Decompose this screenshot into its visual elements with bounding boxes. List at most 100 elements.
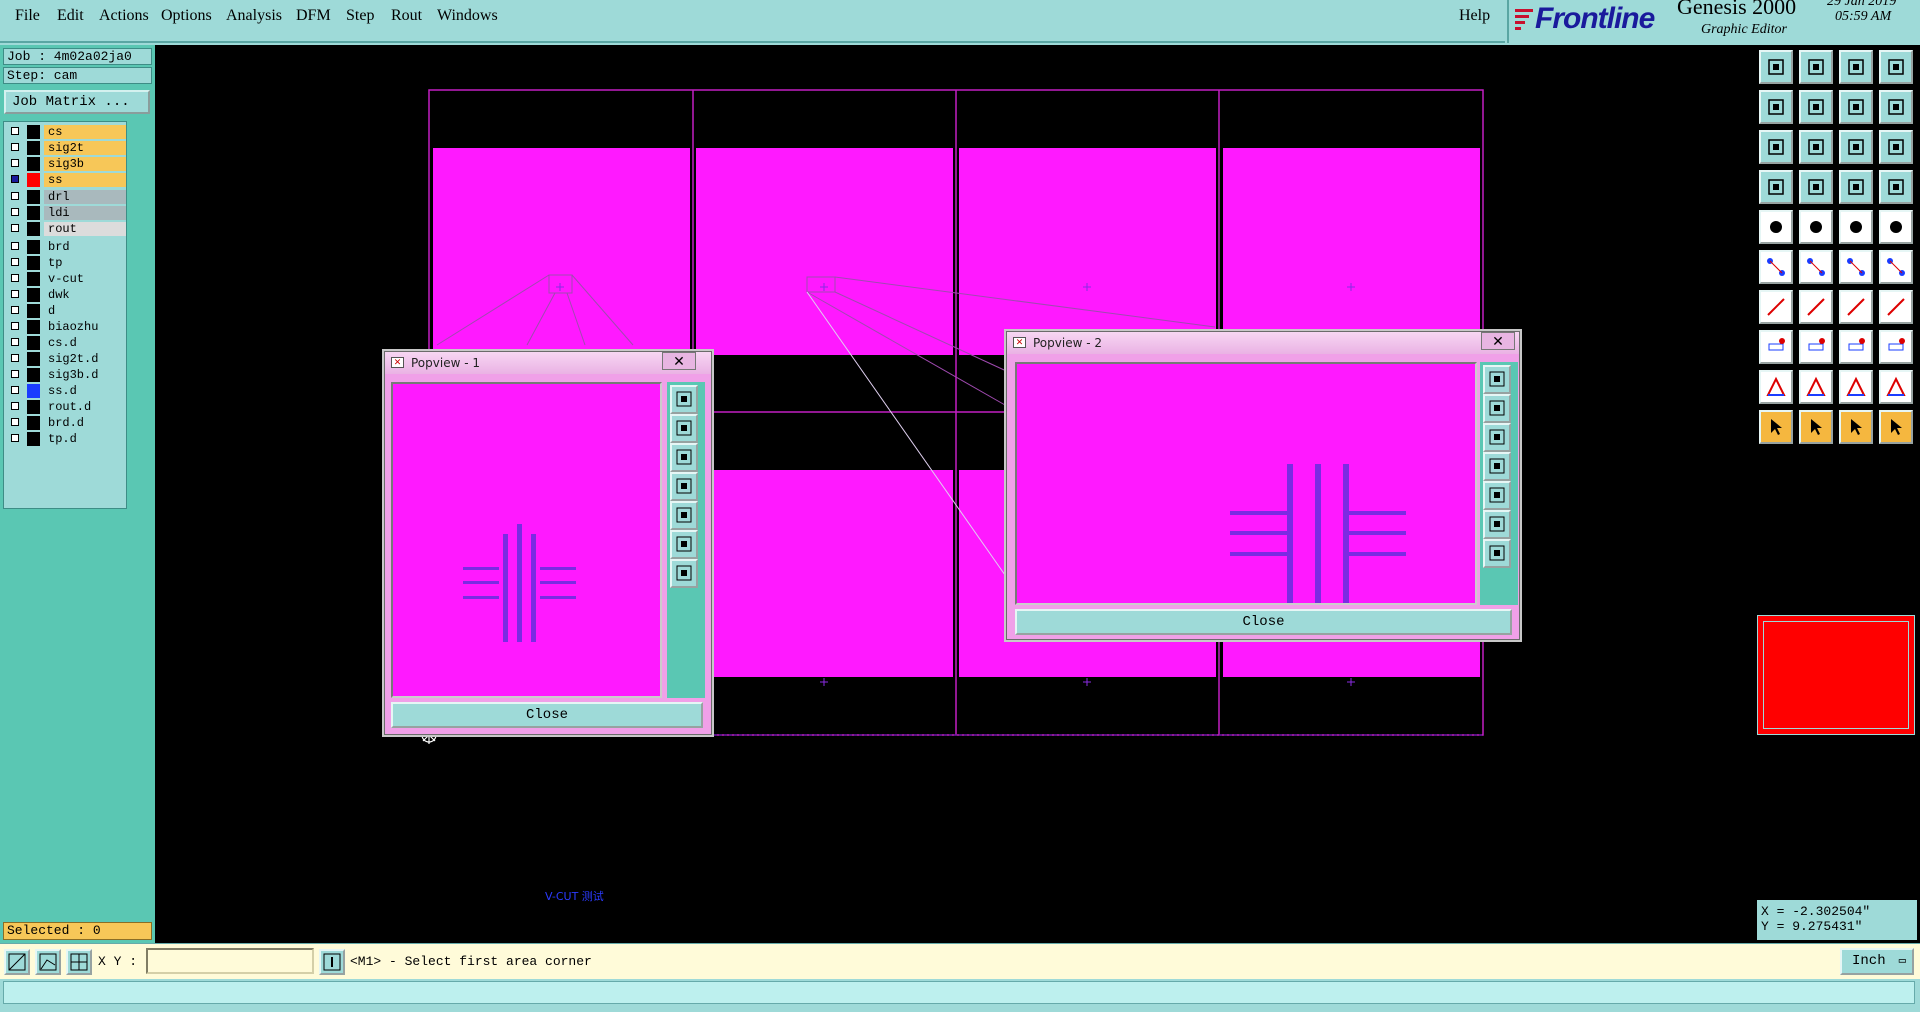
layer-color-swatch[interactable] (27, 256, 40, 270)
layer-row-tp[interactable]: tp (8, 256, 126, 270)
xy-input[interactable] (146, 948, 314, 974)
layer-name[interactable]: d (44, 304, 126, 318)
layer-down-icon[interactable] (1879, 170, 1913, 204)
layer-checkbox[interactable] (11, 274, 19, 282)
layer-row-rout[interactable]: rout (8, 222, 126, 236)
menu-analysis[interactable]: Analysis (226, 7, 282, 25)
split-icon[interactable] (1879, 50, 1913, 84)
layer-name[interactable]: rout (44, 222, 126, 236)
grid-icon[interactable] (1799, 170, 1833, 204)
layer-color-swatch[interactable] (27, 222, 40, 236)
layer-name[interactable]: tp.d (44, 432, 126, 446)
layer-name[interactable]: sig2t (44, 141, 126, 155)
layer-checkbox[interactable] (11, 434, 19, 442)
layer-checkbox[interactable] (11, 224, 19, 232)
arc-icon[interactable] (1799, 370, 1833, 404)
layer-checkbox[interactable] (11, 192, 19, 200)
layer-checkbox[interactable] (11, 322, 19, 330)
home-icon[interactable] (1839, 50, 1873, 84)
measure-icon[interactable] (1839, 330, 1873, 364)
layer-name[interactable]: brd.d (44, 416, 126, 430)
add-pad-icon[interactable] (1759, 330, 1793, 364)
load-icon[interactable] (1799, 50, 1833, 84)
layer-checkbox[interactable] (11, 175, 19, 183)
slash-icon[interactable] (1799, 290, 1833, 324)
layer-name[interactable]: v-cut (44, 272, 126, 286)
layer-row-ss[interactable]: ss (8, 173, 126, 187)
layer-row-dwk[interactable]: dwk (8, 288, 126, 302)
layer-row-ss-d[interactable]: ss.d (8, 384, 126, 398)
bridge-icon[interactable] (1839, 370, 1873, 404)
layer-row-cs[interactable]: cs (8, 125, 126, 139)
route-icon[interactable] (1879, 410, 1913, 444)
minus-icon[interactable] (1799, 330, 1833, 364)
layer-row-rout-d[interactable]: rout.d (8, 400, 126, 414)
layer-checkbox[interactable] (11, 258, 19, 266)
layer-color-swatch[interactable] (27, 157, 40, 171)
layer-name[interactable]: cs (44, 125, 126, 139)
menu-help[interactable]: Help (1459, 7, 1490, 25)
layer-checkbox[interactable] (11, 354, 19, 362)
layer-checkbox[interactable] (11, 290, 19, 298)
zoom-out-icon[interactable] (1483, 539, 1511, 568)
color-icon[interactable] (1799, 210, 1833, 244)
flip-icon[interactable] (1879, 90, 1913, 124)
layer-row-ldi[interactable]: ldi (8, 206, 126, 220)
line-point-icon[interactable] (1839, 250, 1873, 284)
layer-name[interactable]: drl (44, 190, 126, 204)
measure-icon[interactable] (35, 949, 61, 975)
layer-checkbox[interactable] (11, 370, 19, 378)
pointer-icon[interactable] (1759, 410, 1793, 444)
layer-color-swatch[interactable] (27, 272, 40, 286)
popview-1-viewport[interactable] (391, 382, 662, 698)
camera-icon[interactable] (1759, 210, 1793, 244)
grid-icon[interactable] (66, 949, 92, 975)
fit-window-icon[interactable] (1483, 365, 1511, 394)
popview-2-close-icon[interactable]: ✕ (1481, 332, 1515, 350)
zoom-area-icon[interactable] (4, 949, 30, 975)
help-icon[interactable] (1879, 130, 1913, 164)
undo-icon[interactable] (1839, 290, 1873, 324)
layer-color-swatch[interactable] (27, 384, 40, 398)
scale-icon[interactable] (1839, 130, 1873, 164)
layer-row-drl[interactable]: drl (8, 190, 126, 204)
move-left-icon[interactable] (1759, 90, 1793, 124)
zoom-in-icon[interactable] (670, 530, 698, 559)
menu-rout[interactable]: Rout (391, 7, 422, 25)
menu-step[interactable]: Step (346, 7, 374, 25)
layer-color-swatch[interactable] (27, 173, 40, 187)
layer-row-d[interactable]: d (8, 304, 126, 318)
layer-row-sig2t[interactable]: sig2t (8, 141, 126, 155)
layer-checkbox[interactable] (11, 402, 19, 410)
layer-row-sig2t-d[interactable]: sig2t.d (8, 352, 126, 366)
layer-row-sig3b[interactable]: sig3b (8, 157, 126, 171)
layer-color-swatch[interactable] (27, 368, 40, 382)
layer-name[interactable]: sig2t.d (44, 352, 126, 366)
layer-name[interactable]: dwk (44, 288, 126, 302)
layer-color-swatch[interactable] (27, 400, 40, 414)
layer-color-swatch[interactable] (27, 206, 40, 220)
popview-2-titlebar[interactable]: ✕ Popview - 2 (1007, 332, 1519, 354)
layer-checkbox[interactable] (11, 159, 19, 167)
menu-windows[interactable]: Windows (437, 7, 498, 25)
zoom-in-icon[interactable] (1483, 510, 1511, 539)
layer-color-swatch[interactable] (27, 352, 40, 366)
layer-checkbox[interactable] (11, 127, 19, 135)
ruler-icon[interactable] (1839, 210, 1873, 244)
menu-options[interactable]: Options (161, 7, 212, 25)
layer-row-brd-d[interactable]: brd.d (8, 416, 126, 430)
save-icon[interactable] (1759, 50, 1793, 84)
layer-up-icon[interactable] (1839, 170, 1873, 204)
popview-1-close-icon[interactable]: ✕ (662, 352, 696, 370)
nodes-icon[interactable] (1759, 250, 1793, 284)
layer-color-swatch[interactable] (27, 304, 40, 318)
move-right-icon[interactable] (1799, 90, 1833, 124)
page-down-icon[interactable] (1483, 423, 1511, 452)
layer-color-swatch[interactable] (27, 240, 40, 254)
group-icon[interactable] (1879, 330, 1913, 364)
layer-checkbox[interactable] (11, 306, 19, 314)
layer-color-swatch[interactable] (27, 141, 40, 155)
layer-color-swatch[interactable] (27, 336, 40, 350)
pan-right-icon[interactable] (1483, 481, 1511, 510)
triangle-icon[interactable] (1759, 370, 1793, 404)
